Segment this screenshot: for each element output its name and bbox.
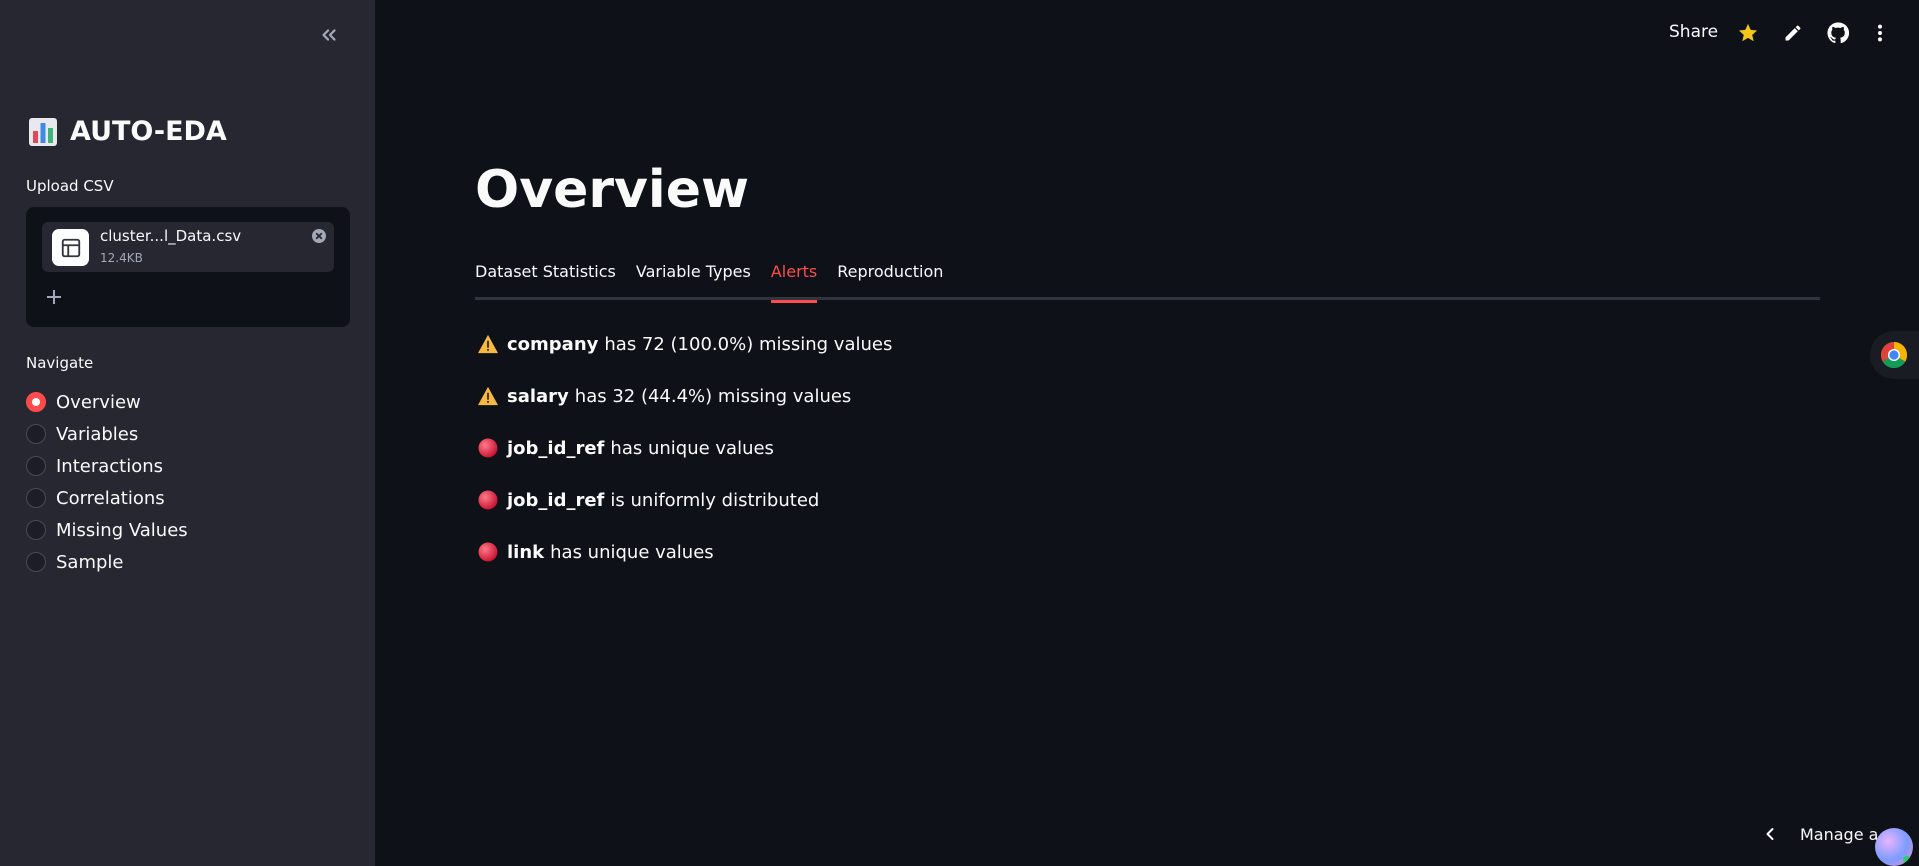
sidebar: AUTO-EDA Upload CSV cluster...l_Data.csv… [0,0,375,866]
star-icon [1738,23,1758,42]
alert-field: link [507,541,545,563]
radio-interactions[interactable] [26,456,46,476]
alert-field: company [507,333,599,355]
remove-file-button[interactable] [310,227,328,245]
double-chevron-left-icon [322,29,336,41]
share-button[interactable]: Share [1669,22,1718,42]
nav-item-overview[interactable]: Overview [26,386,188,418]
pencil-icon [1785,25,1801,41]
file-uploader[interactable]: cluster...l_Data.csv 12.4KB [26,207,350,327]
nav-item-sample[interactable]: Sample [26,546,188,578]
file-size: 12.4KB [100,251,143,265]
app-title: AUTO-EDA [28,116,227,147]
add-file-button[interactable] [42,285,66,309]
radio-overview[interactable] [26,392,46,412]
manage-app-label: Manage a [1800,824,1879,844]
more-vertical-icon [1877,24,1883,42]
navigate-label: Navigate [26,354,94,372]
navigate-radio-group: Overview Variables Interactions Correlat… [26,386,188,578]
github-icon [1827,22,1849,44]
warning-icon [477,333,499,355]
alert-item: link has unique values [477,526,892,578]
nav-item-label: Sample [56,551,124,573]
radio-missing-values[interactable] [26,520,46,540]
github-button[interactable] [1825,20,1851,46]
radio-correlations[interactable] [26,488,46,508]
alerts-list: company has 72 (100.0%) missing values s… [477,318,892,578]
nav-item-label: Correlations [56,487,165,509]
app-title-text: AUTO-EDA [70,116,227,147]
chevron-left-icon [1766,828,1774,840]
alert-message: has 72 (100.0%) missing values [604,333,893,355]
alert-item: salary has 32 (44.4%) missing values [477,370,892,422]
nav-item-label: Missing Values [56,519,188,541]
alert-item: company has 72 (100.0%) missing values [477,318,892,370]
warning-icon [477,385,499,407]
nav-item-interactions[interactable]: Interactions [26,450,188,482]
bar-chart-icon [28,117,58,147]
close-circle-icon [312,229,326,243]
uploaded-file: cluster...l_Data.csv 12.4KB [42,222,334,272]
nav-item-variables[interactable]: Variables [26,418,188,450]
avatar[interactable] [1875,828,1913,866]
collapse-sidebar-button[interactable] [314,20,344,50]
nav-item-label: Overview [56,391,141,413]
chrome-extension-badge[interactable] [1870,331,1919,379]
tab-reproduction[interactable]: Reproduction [837,258,943,300]
tab-variable-types[interactable]: Variable Types [636,258,751,300]
alert-field: job_id_ref [507,437,605,459]
radio-variables[interactable] [26,424,46,444]
alert-message: has unique values [610,437,774,459]
tab-dataset-statistics[interactable]: Dataset Statistics [475,258,616,300]
alert-field: salary [507,385,569,407]
nav-item-missing-values[interactable]: Missing Values [26,514,188,546]
alert-item: job_id_ref is uniformly distributed [477,474,892,526]
main-menu-button[interactable] [1867,20,1893,46]
tab-bar: Dataset Statistics Variable Types Alerts… [475,258,1820,303]
alert-message: has unique values [550,541,714,563]
table-file-icon [52,229,89,266]
edit-button[interactable] [1780,20,1806,46]
tab-alerts[interactable]: Alerts [770,258,818,303]
nav-item-correlations[interactable]: Correlations [26,482,188,514]
nav-item-label: Variables [56,423,139,445]
file-name: cluster...l_Data.csv [100,227,242,245]
manage-app-button[interactable]: Manage a [1760,824,1878,844]
red-circle-icon [477,489,499,511]
red-circle-icon [477,541,499,563]
online-status-dot [1903,856,1911,864]
nav-item-label: Interactions [56,455,164,477]
page-title: Overview [475,160,750,220]
chrome-icon [1880,341,1908,369]
alert-message: has 32 (44.4%) missing values [574,385,852,407]
alert-message: is uniformly distributed [610,489,820,511]
red-circle-icon [477,437,499,459]
upload-label: Upload CSV [26,177,114,195]
alert-field: job_id_ref [507,489,605,511]
alert-item: job_id_ref has unique values [477,422,892,474]
radio-sample[interactable] [26,552,46,572]
star-button[interactable] [1735,20,1761,46]
plus-icon [47,290,61,304]
